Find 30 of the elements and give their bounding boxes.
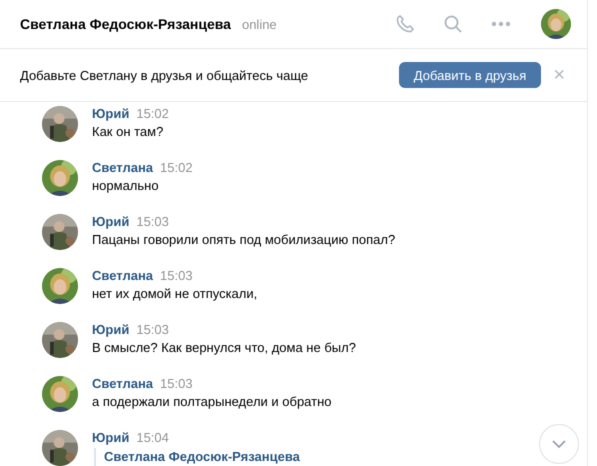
message-text: а подержали полтарынедели и обратно (92, 394, 332, 409)
author-name[interactable]: Юрий (92, 322, 130, 337)
message-time: 15:02 (160, 160, 193, 175)
message-time: 15:03 (136, 214, 169, 229)
online-status: online (242, 16, 277, 32)
more-icon[interactable] (491, 21, 511, 27)
message-text: нет их домой не отпускали, (92, 286, 258, 301)
message-text: Пацаны говорили опять под мобилизацию попал? (92, 232, 396, 247)
search-icon[interactable] (443, 14, 463, 34)
message-time: 15:02 (136, 106, 169, 121)
author-name[interactable]: Юрий (92, 214, 130, 229)
message-time: 15:03 (160, 376, 193, 391)
author-name[interactable]: Юрий (92, 430, 130, 445)
message-text: нормально (92, 178, 160, 193)
add-friend-button[interactable]: Добавить в друзья (398, 62, 542, 88)
message-time: 15:04 (136, 430, 169, 445)
scroll-down-button[interactable] (539, 424, 579, 464)
chevron-down-icon (552, 440, 566, 448)
chat-title: Светлана Федосюк-Рязанцева (20, 16, 231, 32)
quoted-author[interactable]: Светлана Федосюк-Рязанцева (104, 449, 300, 464)
friend-suggestion-text: Добавьте Светлану в друзья и общайтесь чаще (20, 68, 310, 82)
message-text: В смысле? Как вернулся что, дома не был? (92, 340, 356, 355)
author-name[interactable]: Юрий (92, 106, 130, 121)
author-name[interactable]: Светлана (92, 268, 154, 283)
message-text: Как он там? (92, 124, 164, 139)
author-name[interactable]: Светлана (92, 160, 154, 175)
author-name[interactable]: Светлана (92, 376, 154, 391)
message-time: 15:03 (160, 268, 193, 283)
message-time: 15:03 (136, 322, 169, 337)
phone-icon[interactable] (395, 14, 415, 34)
